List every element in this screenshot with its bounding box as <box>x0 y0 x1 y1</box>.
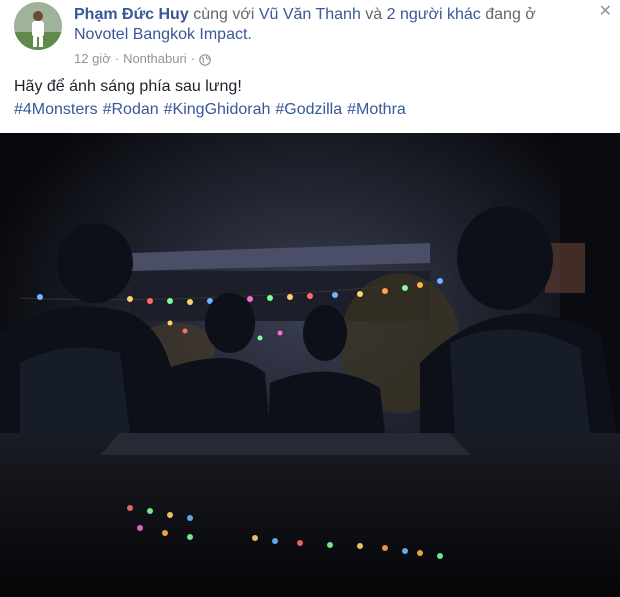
hashtag-link[interactable]: #4Monsters <box>14 101 98 118</box>
others-link[interactable]: 2 người khác <box>387 6 481 23</box>
post-header: Phạm Đức Huy cùng với Vũ Văn Thanh và 2 … <box>74 4 612 26</box>
post-place[interactable]: Nonthaburi <box>123 50 187 68</box>
meta-separator: · <box>114 51 120 66</box>
hashtag-link[interactable]: #Godzilla <box>275 101 342 118</box>
hashtag-link[interactable]: #Rodan <box>103 101 159 118</box>
author-avatar[interactable] <box>14 2 62 50</box>
hashtag-link[interactable]: #KingGhidorah <box>164 101 271 118</box>
at-word: đang ở <box>485 6 536 23</box>
with-word: cùng với <box>193 6 255 23</box>
location-link[interactable]: Novotel Bangkok Impact. <box>74 26 252 43</box>
hashtag-link[interactable]: #Mothra <box>347 101 406 118</box>
globe-icon[interactable] <box>199 53 211 66</box>
close-icon[interactable]: ✕ <box>599 4 612 20</box>
tagged-friend[interactable]: Vũ Văn Thanh <box>259 6 361 23</box>
post-time[interactable]: 12 giờ <box>74 50 111 68</box>
hashtag-list: #4Monsters #Rodan #KingGhidorah #Godzilla #M… <box>14 99 411 121</box>
location-line: Novotel Bangkok Impact. <box>74 24 252 46</box>
meta-separator: · <box>190 51 196 66</box>
post-meta: 12 giờ · Nonthaburi · <box>74 50 211 68</box>
author-name[interactable]: Phạm Đức Huy <box>74 6 189 23</box>
post-photo[interactable] <box>0 133 620 597</box>
and-word: và <box>365 6 383 23</box>
post-text: Hãy để ánh sáng phía sau lưng! <box>14 78 242 95</box>
